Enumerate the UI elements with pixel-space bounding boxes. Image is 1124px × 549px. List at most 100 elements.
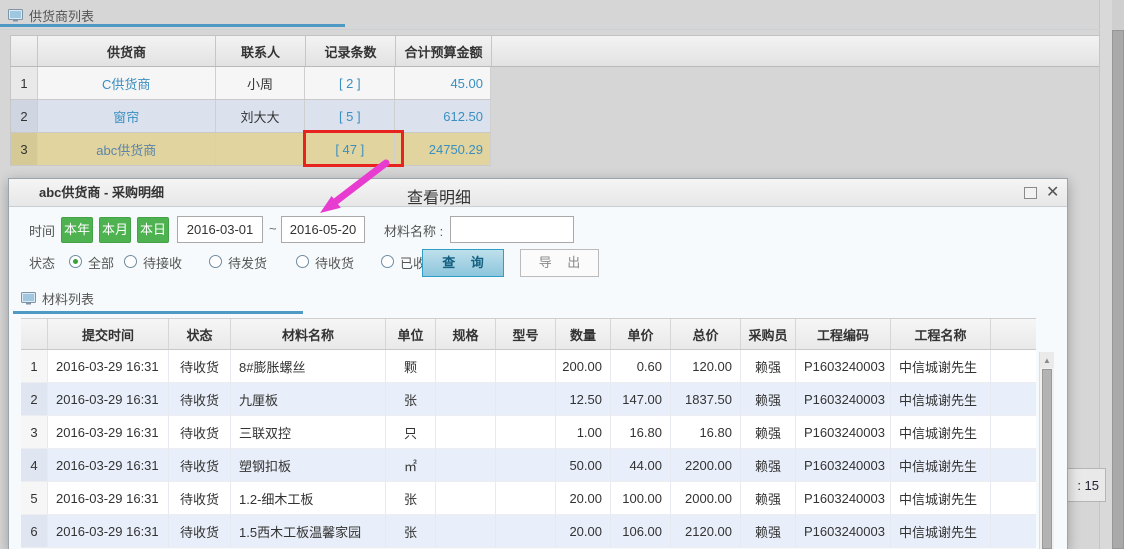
table-row[interactable]: 5 2016-03-29 16:31 待收货 1.2-细木工板 张 20.00 … [21, 482, 1036, 515]
spec-cell [436, 416, 496, 448]
col-qty: 数量 [556, 319, 611, 349]
price-cell: 16.80 [611, 416, 671, 448]
record-count-link[interactable]: [ 2 ] [305, 67, 395, 99]
qty-cell: 1.00 [556, 416, 611, 448]
price-cell: 147.00 [611, 383, 671, 415]
monitor-icon [21, 292, 36, 305]
dialog-titlebar [9, 179, 1067, 207]
row-number: 6 [21, 515, 48, 547]
buyer-cell: 赖强 [741, 416, 796, 448]
supplier-link[interactable]: C供货商 [38, 67, 216, 99]
status-cell: 待收货 [169, 449, 231, 481]
material-scrollbar-track[interactable]: ▲ [1039, 352, 1054, 549]
project-name-cell: 中信城谢先生 [891, 449, 991, 481]
unit-cell: 只 [386, 416, 436, 448]
material-name-cell: 1.5西木工板温馨家园 [231, 515, 386, 547]
supplier-link[interactable]: 窗帘 [38, 100, 216, 132]
scroll-up-icon[interactable]: ▲ [1040, 352, 1054, 368]
maximize-icon[interactable] [1024, 187, 1037, 199]
spec-cell [436, 350, 496, 382]
date-from-input[interactable] [177, 216, 263, 243]
table-row[interactable]: 1 C供货商 小周 [ 2 ] 45.00 [10, 67, 491, 100]
status-filter-label: 状态 [29, 253, 55, 272]
spec-cell [436, 383, 496, 415]
model-cell [496, 482, 556, 514]
supplier-link[interactable]: abc供货商 [38, 133, 216, 165]
material-name-cell: 8#膨胀螺丝 [231, 350, 386, 382]
table-row[interactable]: 3 2016-03-29 16:31 待收货 三联双控 只 1.00 16.80… [21, 416, 1036, 449]
project-name-cell: 中信城谢先生 [891, 350, 991, 382]
col-num [21, 319, 48, 349]
query-button[interactable]: 查 询 [422, 249, 504, 277]
radio-pending-ship[interactable] [209, 255, 222, 268]
table-row[interactable]: 6 2016-03-29 16:31 待收货 1.5西木工板温馨家园 张 20.… [21, 515, 1036, 548]
buyer-cell: 赖强 [741, 482, 796, 514]
contact-cell: 刘大大 [216, 100, 306, 132]
table-row[interactable]: 2 窗帘 刘大大 [ 5 ] 612.50 [10, 100, 491, 133]
amount-cell: 612.50 [395, 100, 491, 132]
table-row[interactable]: 2 2016-03-29 16:31 待收货 九厘板 张 12.50 147.0… [21, 383, 1036, 416]
row-number: 3 [11, 133, 38, 165]
material-tab-underline [13, 311, 303, 314]
spec-cell [436, 515, 496, 547]
export-button[interactable]: 导 出 [520, 249, 599, 277]
filler-cell [991, 515, 1036, 547]
qty-cell: 50.00 [556, 449, 611, 481]
radio-pending-ship-label[interactable]: 待发货 [228, 253, 267, 272]
price-cell: 0.60 [611, 350, 671, 382]
radio-received[interactable] [381, 255, 394, 268]
qty-cell: 20.00 [556, 482, 611, 514]
project-name-cell: 中信城谢先生 [891, 482, 991, 514]
col-model: 型号 [496, 319, 556, 349]
table-row[interactable]: 1 2016-03-29 16:31 待收货 8#膨胀螺丝 颗 200.00 0… [21, 350, 1036, 383]
total-cell: 120.00 [671, 350, 741, 382]
total-cell: 2120.00 [671, 515, 741, 547]
project-code-cell: P1603240003 [796, 515, 891, 547]
radio-all[interactable] [69, 255, 82, 268]
radio-pending-receive-label[interactable]: 待收货 [315, 253, 354, 272]
table-row[interactable]: 4 2016-03-29 16:31 待收货 塑钢扣板 ㎡ 50.00 44.0… [21, 449, 1036, 482]
material-name-input[interactable] [450, 216, 574, 243]
col-material-name: 材料名称 [231, 319, 386, 349]
submit-time-cell: 2016-03-29 16:31 [48, 449, 169, 481]
purchase-detail-dialog: abc供货商 - 采购明细 查看明细 ✕ 时间 本年 本月 本日 ~ 材料名称 … [8, 178, 1068, 549]
total-cell: 1837.50 [671, 383, 741, 415]
supplier-col-contact: 联系人 [216, 36, 306, 66]
model-cell [496, 416, 556, 448]
material-name-cell: 九厘板 [231, 383, 386, 415]
table-row-selected[interactable]: 3 abc供货商 [ 47 ] 24750.29 [10, 133, 491, 166]
page-scrollbar-thumb[interactable] [1112, 30, 1124, 549]
radio-pending-accept-label[interactable]: 待接收 [143, 253, 182, 272]
material-table-header: 提交时间 状态 材料名称 单位 规格 型号 数量 单价 总价 采购员 工程编码 … [21, 318, 1036, 350]
qty-cell: 12.50 [556, 383, 611, 415]
record-count-link[interactable]: [ 5 ] [305, 100, 395, 132]
this-month-button[interactable]: 本月 [99, 217, 131, 243]
material-name-cell: 塑钢扣板 [231, 449, 386, 481]
supplier-col-amount: 合计预算金额 [396, 36, 492, 66]
material-section-label: 材料列表 [42, 289, 94, 308]
filler-cell [991, 350, 1036, 382]
radio-all-label[interactable]: 全部 [88, 253, 114, 272]
project-name-cell: 中信城谢先生 [891, 383, 991, 415]
today-button[interactable]: 本日 [137, 217, 169, 243]
buyer-cell: 赖强 [741, 383, 796, 415]
supplier-col-count: 记录条数 [306, 36, 396, 66]
project-code-cell: P1603240003 [796, 416, 891, 448]
row-number: 2 [11, 100, 38, 132]
radio-pending-receive[interactable] [296, 255, 309, 268]
radio-pending-accept[interactable] [124, 255, 137, 268]
amount-cell: 45.00 [395, 67, 491, 99]
row-number: 1 [21, 350, 48, 382]
supplier-table-header: 供货商 联系人 记录条数 合计预算金额 [10, 35, 1099, 67]
unit-cell: 张 [386, 383, 436, 415]
submit-time-cell: 2016-03-29 16:31 [48, 350, 169, 382]
col-buyer: 采购员 [741, 319, 796, 349]
price-cell: 100.00 [611, 482, 671, 514]
col-price: 单价 [611, 319, 671, 349]
screen: 供货商列表 供货商 联系人 记录条数 合计预算金额 1 C供货商 小周 [ 2 … [0, 0, 1124, 549]
this-year-button[interactable]: 本年 [61, 217, 93, 243]
model-cell [496, 350, 556, 382]
price-cell: 44.00 [611, 449, 671, 481]
material-scrollbar-thumb[interactable] [1042, 369, 1052, 549]
close-icon[interactable]: ✕ [1046, 182, 1059, 204]
